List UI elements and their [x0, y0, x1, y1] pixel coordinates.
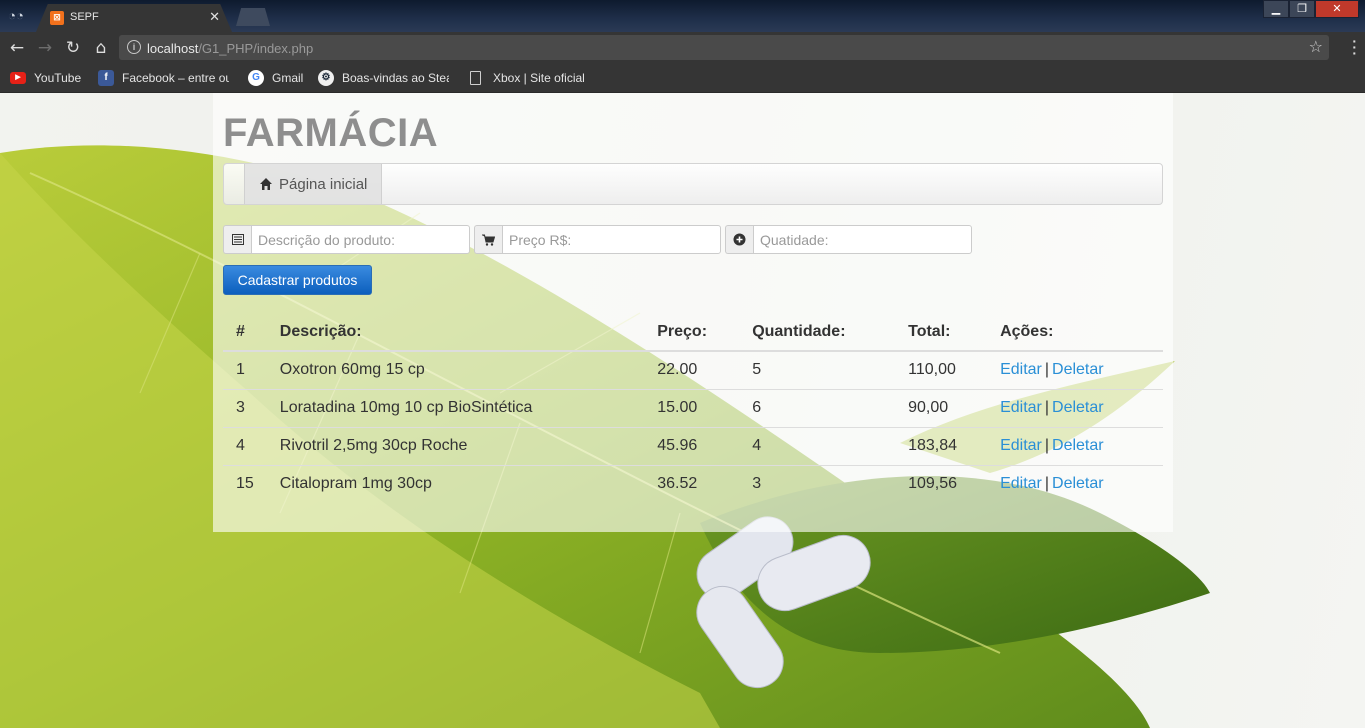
header-acoes: Ações: [987, 313, 1163, 352]
produtos-table: # Descrição: Preço: Quantidade: Total: A… [223, 313, 1163, 503]
info-icon[interactable]: i [127, 40, 141, 54]
bookmark-xbox[interactable]: Xbox | Site oficial [470, 70, 585, 86]
xampp-icon: ⊠ [50, 11, 64, 25]
descricao-input-group [223, 225, 470, 254]
action-separator: | [1044, 399, 1050, 416]
cell-id: 15 [236, 475, 254, 493]
preco-input[interactable] [502, 225, 721, 254]
navbar: Página inicial [223, 163, 1163, 205]
incognito-icon: ◔◔ [8, 8, 24, 23]
cell-id: 1 [223, 351, 267, 390]
google-icon: G [248, 70, 264, 86]
menu-dots-icon[interactable]: · · · [1352, 34, 1357, 60]
list-icon [223, 225, 251, 254]
descricao-input[interactable] [251, 225, 470, 254]
header-descricao: Descrição: [266, 313, 645, 352]
table-row: 1 Oxotron 60mg 15 cp 22.00 5 110,00 Edit… [223, 351, 1163, 390]
tab-title: SEPF [70, 11, 99, 23]
edit-link[interactable]: Editar [1000, 437, 1042, 454]
youtube-icon: ▶ [10, 72, 26, 84]
table-row: 3 Loratadina 10mg 10 cp BioSintética 15.… [223, 389, 1163, 428]
steam-icon: ⚙ [318, 70, 334, 86]
cell-descricao: Rivotril 2,5mg 30cp Roche [266, 427, 645, 466]
cell-preco: 36.52 [657, 475, 698, 493]
cell-quantidade: 6 [739, 389, 896, 428]
home-icon [260, 178, 272, 190]
table-row: 15 Citalopram 1mg 30cp 36.52 3 109,56 Ed… [223, 465, 1163, 503]
cell-total: 183,84 [895, 427, 988, 466]
cell-id: 3 [223, 389, 267, 428]
header-id: # [223, 313, 267, 352]
cell-acoes: Editar | Deletar [987, 465, 1163, 503]
close-icon[interactable]: ✕ [209, 9, 220, 25]
main-container: FARMÁCIA Página inicial Descrição do pro… [213, 93, 1173, 532]
cell-descricao: Oxotron 60mg 15 cp [266, 351, 645, 390]
page-viewport: FARMÁCIA Página inicial Descrição do pro… [0, 93, 1365, 728]
bookmark-youtube[interactable]: ▶ YouTube [10, 70, 81, 86]
quantidade-input[interactable] [753, 225, 972, 254]
quantidade-input-group [725, 225, 972, 254]
nav-home-label: Página inicial [279, 175, 368, 193]
bookmark-steam[interactable]: ⚙ Boas-vindas ao Stear [318, 70, 449, 86]
edit-link[interactable]: Editar [1000, 475, 1042, 492]
header-total: Total: [895, 313, 988, 352]
bookmark-facebook[interactable]: f Facebook – entre ou [98, 70, 229, 86]
edit-link[interactable]: Editar [1000, 361, 1042, 378]
cell-preco: 22.00 [644, 351, 740, 390]
cell-acoes: Editar | Deletar [987, 389, 1163, 428]
cell-preco: 45.96 [644, 427, 740, 466]
home-icon[interactable]: ⌂ [90, 37, 112, 59]
delete-link[interactable]: Deletar [1052, 475, 1104, 492]
bookmark-star-icon[interactable]: ☆ [1309, 37, 1323, 56]
edit-link[interactable]: Editar [1000, 399, 1042, 416]
bookmark-gmail[interactable]: G Gmail [248, 70, 303, 86]
url-text[interactable]: localhost/G1_PHP/index.php [147, 41, 313, 56]
action-separator: | [1044, 437, 1050, 454]
browser-tab[interactable]: ⊠ SEPF ✕ [36, 4, 232, 32]
page-icon [470, 71, 481, 85]
browser-titlebar: ◔◔ ⊠ SEPF ✕ ▁ ❐ ✕ [0, 0, 1365, 32]
delete-link[interactable]: Deletar [1052, 399, 1104, 416]
cell-descricao: Loratadina 10mg 10 cp BioSintética [266, 389, 645, 428]
delete-link[interactable]: Deletar [1052, 361, 1104, 378]
action-separator: | [1044, 475, 1050, 493]
cart-icon [474, 225, 502, 254]
facebook-icon: f [98, 70, 114, 86]
new-tab-button[interactable] [236, 8, 270, 26]
header-quantidade: Quantidade: [739, 313, 896, 352]
preco-input-group [474, 225, 721, 254]
bookmarks-bar: ▶ YouTube f Facebook – entre ou G Gmail … [0, 63, 1365, 93]
brand-title: FARMÁCIA [223, 111, 439, 155]
window-controls: ▁ ❐ ✕ [1263, 0, 1359, 18]
address-bar[interactable]: i localhost/G1_PHP/index.php ☆ [119, 35, 1329, 60]
cell-acoes: Editar | Deletar [987, 427, 1163, 466]
table-header-row: # Descrição: Preço: Quantidade: Total: A… [223, 313, 1163, 352]
back-arrow-icon[interactable]: ← [6, 37, 28, 59]
browser-toolbar: ← → ↻ ⌂ i localhost/G1_PHP/index.php ☆ ·… [0, 32, 1365, 63]
cell-descricao: Citalopram 1mg 30cp [279, 475, 432, 493]
action-separator: | [1044, 361, 1050, 379]
minimize-icon[interactable]: ▁ [1263, 0, 1289, 18]
header-preco: Preço: [644, 313, 740, 352]
cell-quantidade: 5 [739, 351, 896, 390]
cell-total: 90,00 [895, 389, 988, 428]
cell-acoes: Editar | Deletar [987, 351, 1163, 390]
reload-icon[interactable]: ↻ [62, 37, 84, 59]
delete-link[interactable]: Deletar [1052, 437, 1104, 454]
cell-id: 4 [223, 427, 267, 466]
table-row: 4 Rivotril 2,5mg 30cp Roche 45.96 4 183,… [223, 427, 1163, 466]
plus-circle-icon [725, 225, 753, 254]
forward-arrow-icon[interactable]: → [34, 37, 56, 59]
cell-total: 110,00 [895, 351, 988, 390]
cell-total: 109,56 [908, 475, 958, 493]
window-close-icon[interactable]: ✕ [1315, 0, 1359, 18]
restore-icon[interactable]: ❐ [1289, 0, 1315, 18]
cell-quantidade: 3 [752, 475, 762, 493]
cell-quantidade: 4 [739, 427, 896, 466]
nav-home-link[interactable]: Página inicial [244, 164, 383, 204]
cell-preco: 15.00 [644, 389, 740, 428]
cadastrar-button[interactable]: Cadastrar produtos [223, 265, 372, 295]
